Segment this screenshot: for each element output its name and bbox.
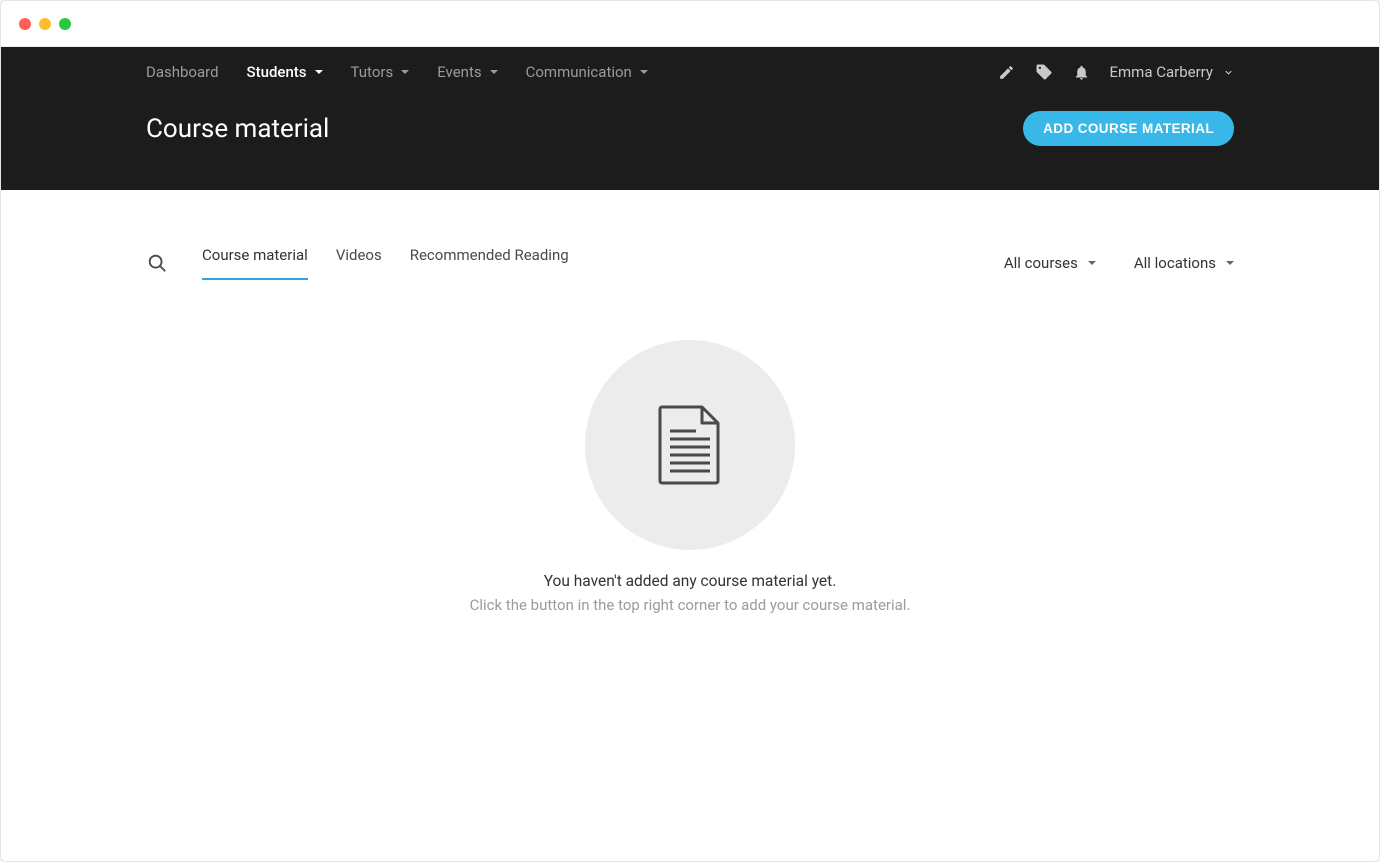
nav-label: Students — [247, 63, 307, 81]
page-title: Course material — [146, 114, 329, 144]
filter-locations[interactable]: All locations — [1134, 254, 1234, 272]
chevron-down-icon — [401, 70, 409, 74]
empty-state: You haven't added any course material ye… — [146, 280, 1234, 614]
nav-tutors[interactable]: Tutors — [351, 63, 410, 81]
browser-window: Dashboard Students Tutors Events Communi… — [0, 0, 1380, 862]
filter-courses[interactable]: All courses — [1004, 254, 1096, 272]
maximize-window-button[interactable] — [59, 18, 71, 30]
document-icon — [658, 405, 722, 485]
nav-right: Emma Carberry — [998, 63, 1235, 81]
nav-dashboard[interactable]: Dashboard — [146, 63, 219, 81]
tag-icon[interactable] — [1035, 63, 1053, 81]
user-menu[interactable]: Emma Carberry — [1110, 63, 1235, 81]
content-area: Course material Videos Recommended Readi… — [1, 190, 1379, 861]
tab-videos[interactable]: Videos — [336, 246, 382, 280]
tab-row: Course material Videos Recommended Readi… — [146, 190, 1234, 280]
chevron-down-icon — [1223, 67, 1234, 78]
tab-right: All courses All locations — [1004, 254, 1234, 272]
filter-label: All locations — [1134, 254, 1216, 272]
nav-events[interactable]: Events — [437, 63, 497, 81]
tab-recommended-reading[interactable]: Recommended Reading — [410, 246, 569, 280]
close-window-button[interactable] — [19, 18, 31, 30]
add-course-material-button[interactable]: ADD COURSE MATERIAL — [1023, 111, 1234, 146]
chevron-down-icon — [1226, 261, 1234, 265]
tab-course-material[interactable]: Course material — [202, 246, 308, 280]
empty-state-title: You haven't added any course material ye… — [544, 572, 837, 590]
chevron-down-icon — [315, 70, 323, 74]
nav-label: Tutors — [351, 63, 394, 81]
app-header: Dashboard Students Tutors Events Communi… — [1, 47, 1379, 190]
minimize-window-button[interactable] — [39, 18, 51, 30]
window-controls — [19, 18, 71, 30]
bell-icon[interactable] — [1073, 64, 1090, 81]
nav-communication[interactable]: Communication — [526, 63, 648, 81]
chevron-down-icon — [490, 70, 498, 74]
chevron-down-icon — [1088, 261, 1096, 265]
filter-label: All courses — [1004, 254, 1078, 272]
nav-left: Dashboard Students Tutors Events Communi… — [146, 63, 648, 81]
chevron-down-icon — [640, 70, 648, 74]
empty-illustration — [585, 340, 795, 550]
window-titlebar — [1, 1, 1379, 47]
nav-label: Communication — [526, 63, 632, 81]
top-nav: Dashboard Students Tutors Events Communi… — [1, 47, 1379, 97]
nav-label: Events — [437, 63, 481, 81]
search-icon[interactable] — [146, 252, 168, 274]
tab-left: Course material Videos Recommended Readi… — [146, 246, 569, 280]
title-row: Course material ADD COURSE MATERIAL — [1, 97, 1379, 190]
edit-icon[interactable] — [998, 64, 1015, 81]
user-name: Emma Carberry — [1110, 63, 1214, 81]
nav-label: Dashboard — [146, 63, 219, 81]
nav-students[interactable]: Students — [247, 63, 323, 81]
empty-state-subtitle: Click the button in the top right corner… — [470, 596, 911, 614]
